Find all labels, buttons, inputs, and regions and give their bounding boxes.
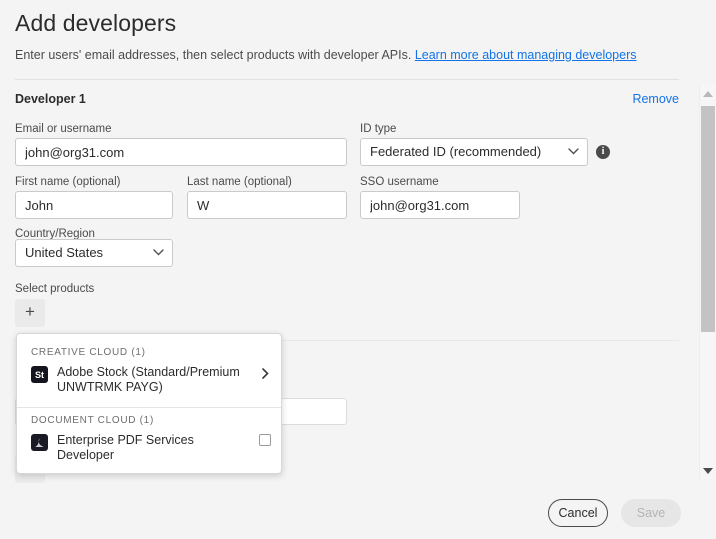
learn-more-link[interactable]: Learn more about managing developers xyxy=(415,48,637,62)
email-label: Email or username xyxy=(15,123,112,135)
chevron-right-icon[interactable] xyxy=(262,368,269,382)
adobe-stock-icon: St xyxy=(31,366,48,383)
add-developers-dialog: Add developers Enter users' email addres… xyxy=(0,0,716,539)
product-item-adobe-stock[interactable]: St Adobe Stock (Standard/Premium UNWTRMK… xyxy=(17,363,281,401)
select-products-label: Select products xyxy=(15,283,95,295)
country-region-value: United States xyxy=(25,245,104,260)
header-divider xyxy=(15,79,679,80)
product-group-title-creative-cloud: CREATIVE CLOUD (1) xyxy=(31,347,146,358)
subtitle-text: Enter users' email addresses, then selec… xyxy=(15,48,412,62)
product-name: Adobe Stock (Standard/Premium UNWTRMK PA… xyxy=(57,365,240,394)
id-type-label: ID type xyxy=(360,123,397,135)
info-icon[interactable]: i xyxy=(596,145,610,159)
chevron-down-icon xyxy=(153,240,164,266)
product-name: Enterprise PDF Services Developer xyxy=(57,433,194,462)
vertical-scrollbar[interactable] xyxy=(699,85,716,479)
add-product-button[interactable]: + xyxy=(15,299,45,327)
acrobat-pdf-icon xyxy=(31,434,48,451)
product-item-enterprise-pdf-services[interactable]: Enterprise PDF Services Developer xyxy=(17,431,281,469)
first-name-label: First name (optional) xyxy=(15,176,121,188)
product-group-title-document-cloud: DOCUMENT CLOUD (1) xyxy=(31,415,154,426)
last-name-label: Last name (optional) xyxy=(187,176,292,188)
developer-section-label: Developer 1 xyxy=(15,92,86,106)
triangle-up-icon xyxy=(703,90,713,97)
sso-username-input[interactable] xyxy=(360,191,520,219)
id-type-select[interactable]: Federated ID (recommended) xyxy=(360,138,588,166)
triangle-down-icon xyxy=(703,467,713,474)
scrollbar-thumb[interactable] xyxy=(701,106,715,332)
country-region-select[interactable]: United States xyxy=(15,239,173,267)
chevron-down-icon xyxy=(568,139,579,165)
id-type-value: Federated ID (recommended) xyxy=(370,144,542,159)
product-checkbox[interactable] xyxy=(259,434,271,446)
page-title: Add developers xyxy=(15,10,177,36)
sso-username-label: SSO username xyxy=(360,176,439,188)
first-name-input[interactable] xyxy=(15,191,173,219)
cancel-button[interactable]: Cancel xyxy=(548,499,608,527)
scroll-up-button[interactable] xyxy=(700,85,716,102)
product-picker-popup: CREATIVE CLOUD (1) St Adobe Stock (Stand… xyxy=(16,333,282,474)
adobe-stock-icon-label: St xyxy=(35,369,44,380)
save-button: Save xyxy=(621,499,681,527)
scroll-down-button[interactable] xyxy=(700,462,716,479)
remove-developer-link[interactable]: Remove xyxy=(632,92,679,106)
email-input[interactable] xyxy=(15,138,347,166)
page-subtitle: Enter users' email addresses, then selec… xyxy=(15,48,637,62)
last-name-input[interactable] xyxy=(187,191,347,219)
